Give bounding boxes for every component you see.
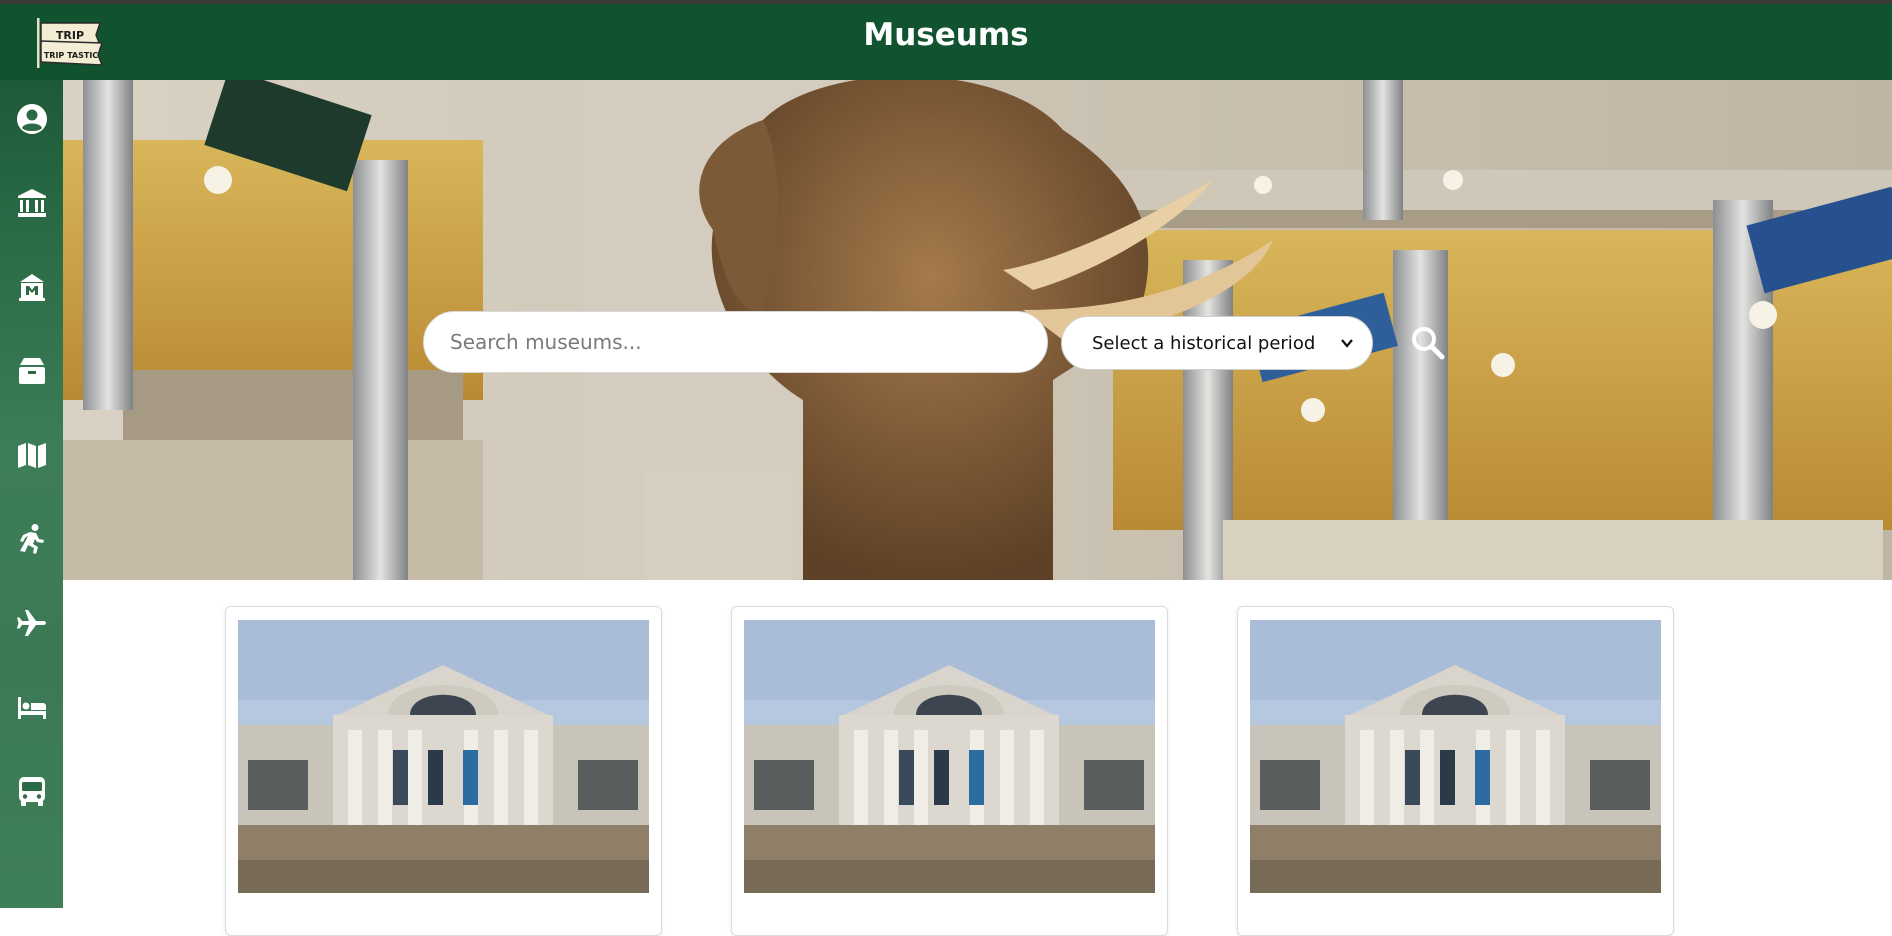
museum-card[interactable] [225, 606, 662, 936]
sidebar-item-activities[interactable] [0, 509, 63, 569]
app-header: TRIP TRIP TASTIC Museums [0, 4, 1892, 80]
period-select-value: Select a historical period [1092, 332, 1316, 354]
bus-icon [18, 777, 45, 806]
museum-card[interactable] [731, 606, 1168, 936]
box-icon [18, 358, 45, 384]
monument-icon [18, 274, 45, 301]
museum-card[interactable] [1237, 606, 1674, 936]
sidebar-item-flights[interactable] [0, 593, 63, 653]
sidebar-item-hotels[interactable] [0, 677, 63, 737]
sidebar-item-monuments[interactable] [0, 257, 63, 317]
museum-photo [744, 620, 1155, 893]
hero-banner: Select a historical period [63, 80, 1892, 580]
search-icon [1412, 327, 1445, 360]
sidebar-item-profile[interactable] [0, 89, 63, 149]
museum-photo [238, 620, 649, 893]
sidebar-item-map[interactable] [0, 425, 63, 485]
sidebar-item-packages[interactable] [0, 341, 63, 401]
sidebar-item-transport[interactable] [0, 761, 63, 821]
plane-icon [16, 610, 46, 636]
user-icon [16, 104, 47, 134]
sidebar-item-museums[interactable] [0, 173, 63, 233]
search-input[interactable] [423, 311, 1048, 373]
bed-icon [17, 697, 46, 719]
search-button[interactable] [1410, 325, 1450, 365]
museum-icon [17, 189, 46, 217]
page-title: Museums [863, 17, 1029, 53]
sidebar [0, 80, 63, 908]
running-icon [19, 524, 44, 554]
museum-photo [1250, 620, 1661, 893]
chevron-down-icon [1341, 339, 1353, 348]
museum-list [63, 580, 1892, 936]
historical-period-select[interactable]: Select a historical period [1061, 316, 1373, 370]
map-icon [17, 443, 46, 468]
